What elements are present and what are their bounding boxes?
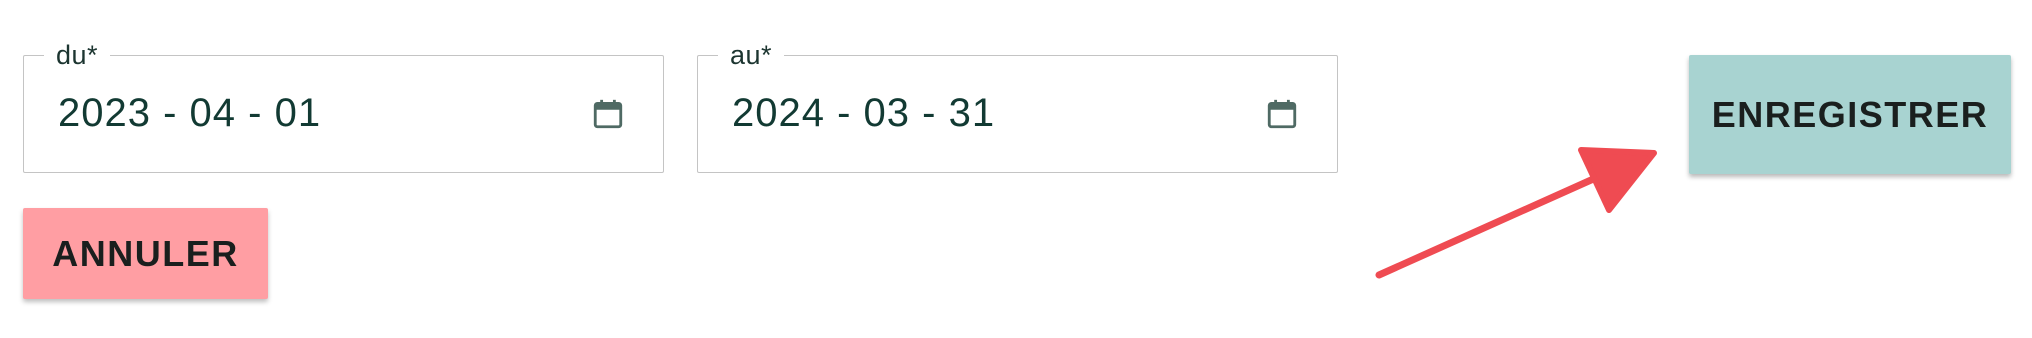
end-date-field[interactable]: au* 2024 - 03 - 31 (697, 38, 1338, 173)
calendar-icon[interactable] (591, 97, 625, 131)
end-date-value[interactable]: 2024 - 03 - 31 (732, 89, 995, 137)
start-date-label: du* (44, 38, 111, 72)
calendar-icon[interactable] (1265, 97, 1299, 131)
start-date-value[interactable]: 2023 - 04 - 01 (58, 89, 321, 137)
cancel-button[interactable]: ANNULER (23, 208, 268, 299)
date-range-form: du* 2023 - 04 - 01 au* 2024 - 03 - 31 EN… (0, 0, 2032, 338)
start-date-field[interactable]: du* 2023 - 04 - 01 (23, 38, 664, 173)
end-date-label: au* (718, 38, 785, 72)
save-button[interactable]: ENREGISTRER (1689, 55, 2011, 174)
